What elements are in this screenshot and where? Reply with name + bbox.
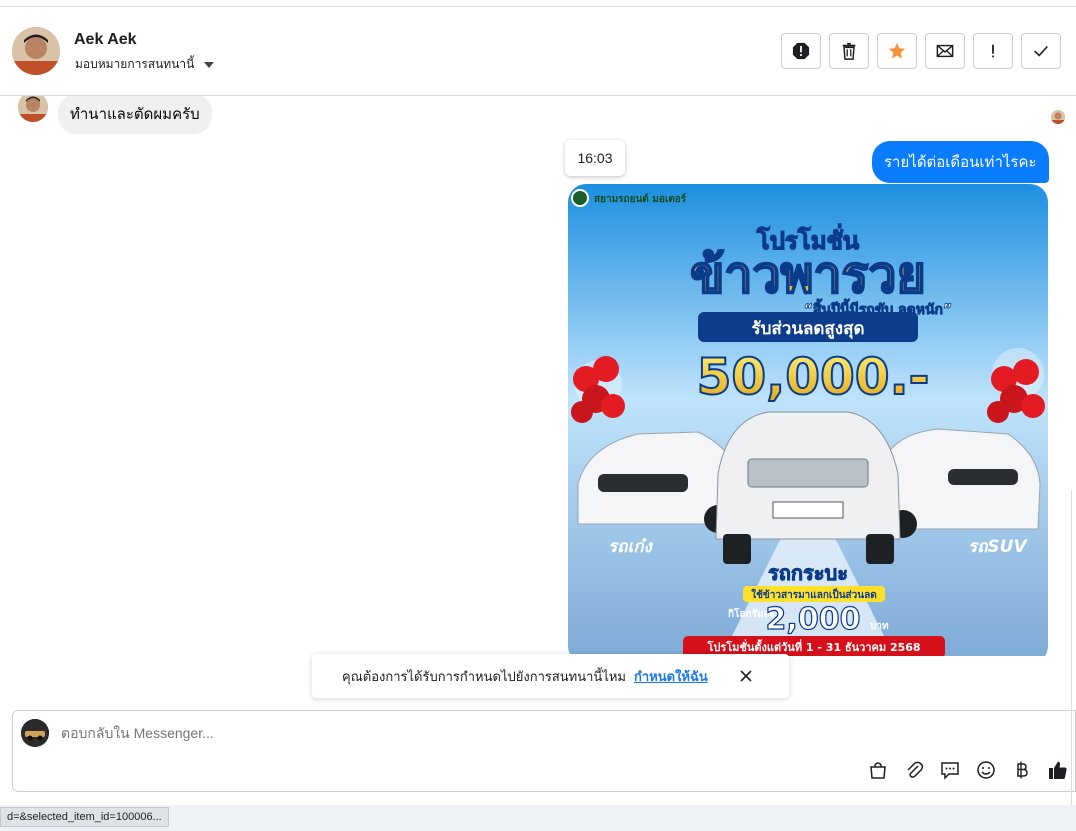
close-icon[interactable] [737, 667, 755, 685]
bag-icon [870, 762, 886, 779]
header-actions [781, 33, 1061, 69]
reply-input[interactable] [61, 725, 861, 741]
promo-image[interactable]: สยามรถยนต์ มอเตอร์ โปรโมชั่น ข้าวพารวย “… [568, 184, 1048, 656]
promo-discount-label: รับส่วนลดสูงสุด [751, 319, 864, 340]
status-url: d=&selected_item_id=100006... [0, 807, 169, 827]
mark-done-button[interactable] [1021, 33, 1061, 69]
attach-button[interactable] [903, 759, 925, 781]
emoji-button[interactable] [975, 759, 997, 781]
spam-button[interactable] [781, 33, 821, 69]
rice-exchange-label: ใช้ข้าวสารมาแลกเป็นส่วนลด [751, 587, 876, 601]
per-kg-unit: บาท [870, 621, 889, 632]
notice-text: คุณต้องการได้รับการกำหนดไปยังการสนทนานี้… [342, 668, 626, 684]
reply-composer [12, 710, 1076, 792]
car-center-label: รถกระบะ [768, 561, 848, 585]
promo-discount-amount: 50,000.- [697, 348, 930, 406]
chat-bubble-icon [941, 762, 959, 780]
check-icon [1034, 45, 1048, 57]
saved-replies-button[interactable] [939, 759, 961, 781]
promo-headline-main: ข้าวพารวย [690, 246, 926, 304]
trash-icon [842, 42, 856, 60]
car-left-label: รถเก๋ง [608, 537, 654, 557]
exclamation-octagon-icon [792, 42, 810, 60]
assign-dropdown[interactable]: มอบหมายการสนทนานี้ [75, 55, 215, 74]
contact-avatar[interactable] [12, 27, 60, 75]
caret-down-icon [204, 61, 215, 68]
like-button[interactable] [1047, 759, 1069, 781]
composer-tools [867, 759, 1069, 781]
incoming-message[interactable]: ทำนาและตัดผมครับ [58, 96, 212, 134]
assign-to-me-link[interactable]: กำหนดให้ฉัน [634, 666, 708, 687]
car-right [877, 428, 1041, 538]
promo-period: โปรโมชั่นตั้งแต่วันที่ 1 - 31 ธันวาคม 25… [706, 639, 920, 654]
contact-name[interactable]: Aek Aek [74, 31, 137, 49]
outgoing-message[interactable]: รายได้ต่อเดือนเท่าไรคะ [872, 141, 1049, 183]
message-thread[interactable]: ทำนาและตัดผมครับ 16:03 รายได้ต่อเดือนเท่… [0, 96, 1076, 656]
thumbs-up-icon [1049, 761, 1067, 779]
car-right-label: รถSUV [968, 537, 1028, 557]
bag-button[interactable] [867, 759, 889, 781]
envelope-icon [936, 44, 954, 58]
seen-avatar [1051, 110, 1065, 124]
exclamation-icon [992, 44, 994, 58]
per-kg-amount: 2,000 [766, 602, 861, 637]
promo-brand: สยามรถยนต์ มอเตอร์ [594, 193, 687, 205]
payment-button[interactable] [1011, 759, 1033, 781]
assign-label: มอบหมายการสนทนานี้ [75, 57, 195, 71]
incoming-avatar [18, 96, 48, 122]
assign-notice: คุณต้องการได้รับการกำหนดไปยังการสนทนานี้… [312, 654, 789, 698]
mark-unread-button[interactable] [925, 33, 965, 69]
timestamp-tooltip: 16:03 [565, 140, 625, 176]
conversation-header: Aek Aek มอบหมายการสนทนานี้ [0, 7, 1076, 96]
star-button[interactable] [877, 33, 917, 69]
paperclip-icon [907, 761, 924, 778]
emoji-icon [977, 761, 995, 779]
baht-icon [1017, 761, 1028, 779]
page-avatar [21, 719, 49, 747]
follow-up-button[interactable] [973, 33, 1013, 69]
side-panel-edge [1071, 490, 1076, 810]
star-icon [888, 42, 906, 59]
delete-button[interactable] [829, 33, 869, 69]
